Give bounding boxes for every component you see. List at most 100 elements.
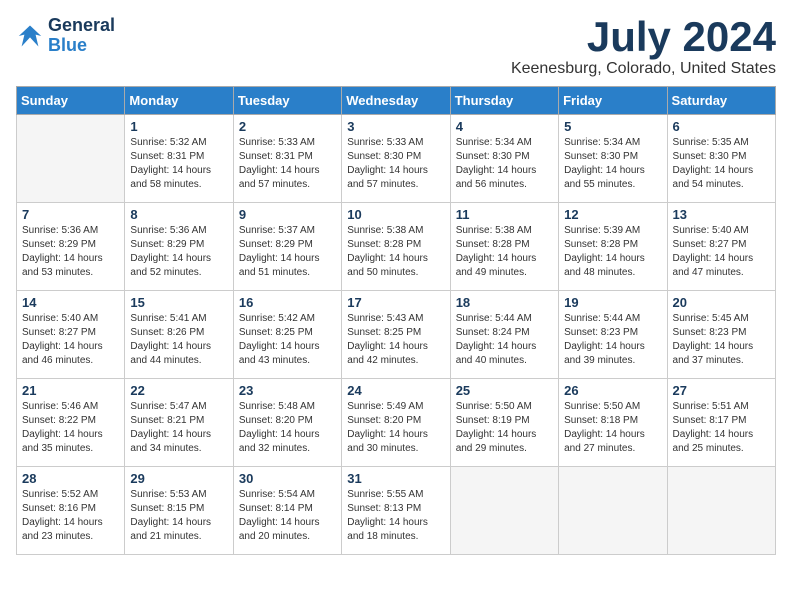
day-number: 23 bbox=[239, 383, 336, 398]
day-info: Sunrise: 5:35 AM Sunset: 8:30 PM Dayligh… bbox=[673, 136, 770, 192]
calendar-cell: 1 Sunrise: 5:32 AM Sunset: 8:31 PM Daylig… bbox=[125, 115, 233, 203]
calendar-cell: 17 Sunrise: 5:43 AM Sunset: 8:25 PM Dayli… bbox=[342, 291, 450, 379]
day-info: Sunrise: 5:43 AM Sunset: 8:25 PM Dayligh… bbox=[347, 312, 444, 368]
calendar-cell: 7 Sunrise: 5:36 AM Sunset: 8:29 PM Daylig… bbox=[17, 203, 125, 291]
calendar-cell bbox=[559, 467, 667, 555]
day-number: 30 bbox=[239, 471, 336, 486]
day-number: 5 bbox=[564, 119, 661, 134]
week-row-1: 1 Sunrise: 5:32 AM Sunset: 8:31 PM Daylig… bbox=[17, 115, 776, 203]
calendar-cell: 4 Sunrise: 5:34 AM Sunset: 8:30 PM Daylig… bbox=[450, 115, 558, 203]
day-info: Sunrise: 5:36 AM Sunset: 8:29 PM Dayligh… bbox=[22, 224, 119, 280]
calendar-cell: 23 Sunrise: 5:48 AM Sunset: 8:20 PM Dayli… bbox=[233, 379, 341, 467]
calendar-cell: 29 Sunrise: 5:53 AM Sunset: 8:15 PM Dayli… bbox=[125, 467, 233, 555]
day-number: 22 bbox=[130, 383, 227, 398]
logo-text: General Blue bbox=[48, 16, 115, 56]
day-info: Sunrise: 5:36 AM Sunset: 8:29 PM Dayligh… bbox=[130, 224, 227, 280]
day-number: 28 bbox=[22, 471, 119, 486]
week-row-4: 21 Sunrise: 5:46 AM Sunset: 8:22 PM Dayli… bbox=[17, 379, 776, 467]
calendar-cell: 20 Sunrise: 5:45 AM Sunset: 8:23 PM Dayli… bbox=[667, 291, 775, 379]
day-number: 24 bbox=[347, 383, 444, 398]
day-info: Sunrise: 5:55 AM Sunset: 8:13 PM Dayligh… bbox=[347, 488, 444, 544]
day-info: Sunrise: 5:54 AM Sunset: 8:14 PM Dayligh… bbox=[239, 488, 336, 544]
day-info: Sunrise: 5:44 AM Sunset: 8:24 PM Dayligh… bbox=[456, 312, 553, 368]
day-number: 29 bbox=[130, 471, 227, 486]
day-number: 11 bbox=[456, 207, 553, 222]
day-number: 20 bbox=[673, 295, 770, 310]
week-row-2: 7 Sunrise: 5:36 AM Sunset: 8:29 PM Daylig… bbox=[17, 203, 776, 291]
location: Keenesburg, Colorado, United States bbox=[511, 60, 776, 78]
day-number: 9 bbox=[239, 207, 336, 222]
calendar-cell bbox=[667, 467, 775, 555]
day-info: Sunrise: 5:53 AM Sunset: 8:15 PM Dayligh… bbox=[130, 488, 227, 544]
calendar-cell: 25Sunrise: 5:50 AM Sunset: 8:19 PM Dayli… bbox=[450, 379, 558, 467]
calendar-cell: 15 Sunrise: 5:41 AM Sunset: 8:26 PM Dayli… bbox=[125, 291, 233, 379]
day-number: 21 bbox=[22, 383, 119, 398]
week-row-5: 28Sunrise: 5:52 AM Sunset: 8:16 PM Dayli… bbox=[17, 467, 776, 555]
calendar-cell: 26Sunrise: 5:50 AM Sunset: 8:18 PM Dayli… bbox=[559, 379, 667, 467]
day-info: Sunrise: 5:38 AM Sunset: 8:28 PM Dayligh… bbox=[456, 224, 553, 280]
calendar-cell: 31Sunrise: 5:55 AM Sunset: 8:13 PM Dayli… bbox=[342, 467, 450, 555]
weekday-header-thursday: Thursday bbox=[450, 87, 558, 115]
day-number: 15 bbox=[130, 295, 227, 310]
day-info: Sunrise: 5:37 AM Sunset: 8:29 PM Dayligh… bbox=[239, 224, 336, 280]
day-info: Sunrise: 5:32 AM Sunset: 8:31 PM Dayligh… bbox=[130, 136, 227, 192]
day-number: 27 bbox=[673, 383, 770, 398]
calendar-cell: 27 Sunrise: 5:51 AM Sunset: 8:17 PM Dayli… bbox=[667, 379, 775, 467]
day-info: Sunrise: 5:34 AM Sunset: 8:30 PM Dayligh… bbox=[564, 136, 661, 192]
calendar-table: SundayMondayTuesdayWednesdayThursdayFrid… bbox=[16, 86, 776, 555]
calendar-cell: 9 Sunrise: 5:37 AM Sunset: 8:29 PM Daylig… bbox=[233, 203, 341, 291]
calendar-cell: 21 Sunrise: 5:46 AM Sunset: 8:22 PM Dayli… bbox=[17, 379, 125, 467]
calendar-cell: 5 Sunrise: 5:34 AM Sunset: 8:30 PM Daylig… bbox=[559, 115, 667, 203]
day-info: Sunrise: 5:45 AM Sunset: 8:23 PM Dayligh… bbox=[673, 312, 770, 368]
calendar-cell: 22 Sunrise: 5:47 AM Sunset: 8:21 PM Dayli… bbox=[125, 379, 233, 467]
day-info: Sunrise: 5:46 AM Sunset: 8:22 PM Dayligh… bbox=[22, 400, 119, 456]
calendar-cell: 30 Sunrise: 5:54 AM Sunset: 8:14 PM Dayli… bbox=[233, 467, 341, 555]
day-number: 10 bbox=[347, 207, 444, 222]
day-number: 8 bbox=[130, 207, 227, 222]
day-info: Sunrise: 5:48 AM Sunset: 8:20 PM Dayligh… bbox=[239, 400, 336, 456]
day-info: Sunrise: 5:38 AM Sunset: 8:28 PM Dayligh… bbox=[347, 224, 444, 280]
day-number: 17 bbox=[347, 295, 444, 310]
day-number: 14 bbox=[22, 295, 119, 310]
logo: General Blue bbox=[16, 16, 115, 56]
calendar-cell: 24 Sunrise: 5:49 AM Sunset: 8:20 PM Dayli… bbox=[342, 379, 450, 467]
day-number: 2 bbox=[239, 119, 336, 134]
day-info: Sunrise: 5:51 AM Sunset: 8:17 PM Dayligh… bbox=[673, 400, 770, 456]
day-info: Sunrise: 5:39 AM Sunset: 8:28 PM Dayligh… bbox=[564, 224, 661, 280]
day-info: Sunrise: 5:33 AM Sunset: 8:30 PM Dayligh… bbox=[347, 136, 444, 192]
weekday-header-monday: Monday bbox=[125, 87, 233, 115]
day-info: Sunrise: 5:49 AM Sunset: 8:20 PM Dayligh… bbox=[347, 400, 444, 456]
day-info: Sunrise: 5:47 AM Sunset: 8:21 PM Dayligh… bbox=[130, 400, 227, 456]
calendar-cell bbox=[17, 115, 125, 203]
day-number: 18 bbox=[456, 295, 553, 310]
weekday-header-row: SundayMondayTuesdayWednesdayThursdayFrid… bbox=[17, 87, 776, 115]
calendar-cell: 2 Sunrise: 5:33 AM Sunset: 8:31 PM Daylig… bbox=[233, 115, 341, 203]
day-number: 4 bbox=[456, 119, 553, 134]
day-number: 26 bbox=[564, 383, 661, 398]
calendar-cell: 6Sunrise: 5:35 AM Sunset: 8:30 PM Daylig… bbox=[667, 115, 775, 203]
day-info: Sunrise: 5:44 AM Sunset: 8:23 PM Dayligh… bbox=[564, 312, 661, 368]
weekday-header-tuesday: Tuesday bbox=[233, 87, 341, 115]
weekday-header-wednesday: Wednesday bbox=[342, 87, 450, 115]
day-number: 1 bbox=[130, 119, 227, 134]
day-info: Sunrise: 5:40 AM Sunset: 8:27 PM Dayligh… bbox=[22, 312, 119, 368]
day-number: 25 bbox=[456, 383, 553, 398]
day-info: Sunrise: 5:41 AM Sunset: 8:26 PM Dayligh… bbox=[130, 312, 227, 368]
calendar-cell: 16Sunrise: 5:42 AM Sunset: 8:25 PM Dayli… bbox=[233, 291, 341, 379]
day-info: Sunrise: 5:34 AM Sunset: 8:30 PM Dayligh… bbox=[456, 136, 553, 192]
calendar-cell: 11 Sunrise: 5:38 AM Sunset: 8:28 PM Dayli… bbox=[450, 203, 558, 291]
month-title: July 2024 bbox=[511, 16, 776, 58]
calendar-cell: 3 Sunrise: 5:33 AM Sunset: 8:30 PM Daylig… bbox=[342, 115, 450, 203]
calendar-cell: 12Sunrise: 5:39 AM Sunset: 8:28 PM Dayli… bbox=[559, 203, 667, 291]
day-number: 16 bbox=[239, 295, 336, 310]
day-number: 7 bbox=[22, 207, 119, 222]
weekday-header-saturday: Saturday bbox=[667, 87, 775, 115]
calendar-cell bbox=[450, 467, 558, 555]
day-number: 3 bbox=[347, 119, 444, 134]
calendar-cell: 19 Sunrise: 5:44 AM Sunset: 8:23 PM Dayli… bbox=[559, 291, 667, 379]
day-number: 13 bbox=[673, 207, 770, 222]
calendar-cell: 10 Sunrise: 5:38 AM Sunset: 8:28 PM Dayli… bbox=[342, 203, 450, 291]
day-number: 19 bbox=[564, 295, 661, 310]
day-info: Sunrise: 5:33 AM Sunset: 8:31 PM Dayligh… bbox=[239, 136, 336, 192]
calendar-cell: 14 Sunrise: 5:40 AM Sunset: 8:27 PM Dayli… bbox=[17, 291, 125, 379]
